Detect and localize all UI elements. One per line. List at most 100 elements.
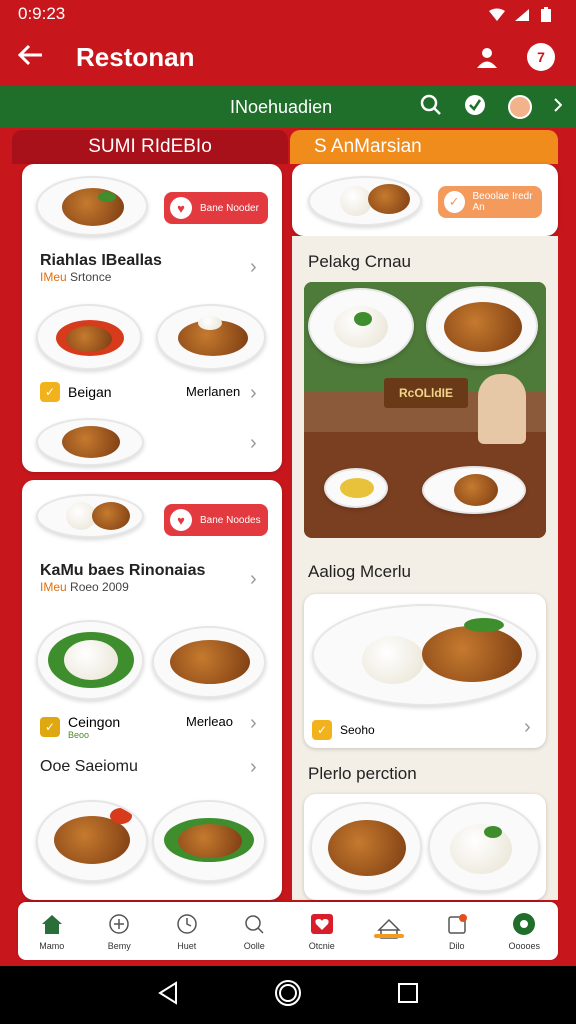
chevron-right-icon[interactable]: › (250, 432, 257, 455)
chevron-right-icon[interactable]: › (250, 756, 257, 779)
heart-icon: ♥ (170, 509, 192, 531)
nav-item-search[interactable]: Oolle (224, 911, 284, 951)
item-value: Merleao (186, 714, 233, 729)
nav-item-house[interactable] (359, 916, 419, 946)
item-subtitle: IMeu Srtonce (40, 270, 112, 284)
dish-card[interactable] (304, 794, 546, 900)
app-bar: Restonan 7 (0, 28, 576, 86)
chevron-right-icon[interactable]: › (250, 712, 257, 735)
chevron-right-icon[interactable]: › (250, 256, 257, 279)
notification-badge: 7 (527, 43, 555, 71)
dish-card[interactable]: ✓ Seoho › (304, 594, 546, 748)
left-card-2: ♥ Bane Noodes KaMu baes Rinonaias IMeu R… (22, 480, 282, 900)
arrow-left-icon (17, 44, 42, 66)
sub-bar: INoehuadien (0, 86, 576, 128)
food-plate (422, 466, 526, 514)
user-icon (477, 48, 497, 68)
item-subtitle: IMeu Roeo 2009 (40, 580, 129, 594)
status-bar: 0:9:23 (0, 0, 576, 28)
list-item[interactable]: ✓ Ceingon Beoo (40, 714, 120, 740)
offer-pill[interactable]: ♥ Bane Nooder (164, 192, 268, 224)
heart-icon (309, 911, 335, 937)
item-title: Ooe Saeiomu (40, 758, 138, 775)
right-column-header: S AnMarsian (290, 130, 558, 164)
food-plate (156, 304, 266, 370)
list-item[interactable]: ✓ Seoho (312, 720, 375, 740)
search-icon[interactable] (420, 94, 442, 121)
home-icon (39, 911, 65, 937)
food-bowl (310, 802, 422, 892)
back-button[interactable] (17, 40, 58, 74)
battery-icon (540, 7, 558, 22)
bottom-nav: Mamo Bemy Huet Oolle Otcnie Dilo Ooooes (18, 902, 558, 960)
restaurant-sign: RcOLldIE (384, 378, 468, 408)
bag-icon (444, 911, 470, 937)
chevron-right-icon[interactable] (554, 97, 563, 117)
nav-item-profile[interactable]: Ooooes (494, 911, 554, 951)
left-column-header: SUMI RIdEBIo (12, 130, 288, 164)
avatar[interactable] (508, 95, 532, 119)
nav-item-gift[interactable]: Bemy (89, 911, 149, 951)
food-plate (36, 304, 142, 370)
person-figure (478, 374, 526, 444)
food-plate (36, 176, 148, 236)
right-column-body: Pelakg Crnau RcOLldIE Aaliog Mcerlu ✓ Se… (292, 236, 558, 900)
section-title: Plerlo perction (308, 764, 417, 783)
section-title: Aaliog Mcerlu (308, 562, 411, 581)
profile-icon (511, 911, 537, 937)
food-plate (152, 626, 266, 698)
left-card-1: ♥ Bane Nooder Riahlas IBeallas IMeu Srto… (22, 164, 282, 472)
food-plate (36, 800, 148, 882)
home-circle-icon[interactable] (274, 979, 302, 1012)
chevron-right-icon[interactable]: › (524, 716, 531, 739)
check-icon: ✓ (40, 382, 60, 402)
offer-pill-text: Bane Noodes (200, 514, 261, 526)
nav-item-bag[interactable]: Dilo (427, 911, 487, 951)
item-label: Beigan (68, 384, 112, 400)
list-item[interactable]: ✓ Beigan (40, 382, 112, 402)
item-value: Merlanen (186, 384, 241, 399)
heart-icon: ♥ (170, 197, 192, 219)
food-plate (36, 418, 144, 466)
nav-item-home[interactable]: Mamo (22, 911, 82, 951)
search-icon (241, 911, 267, 937)
check-badge-icon[interactable] (464, 94, 486, 121)
restaurant-photo[interactable]: RcOLldIE (304, 282, 546, 538)
item-sublabel: Beoo (68, 730, 90, 740)
check-icon: ✓ (40, 717, 60, 737)
active-indicator (374, 934, 405, 938)
food-plate (308, 288, 414, 364)
list-item[interactable]: Riahlas IBeallas IMeu Srtonce (40, 252, 162, 284)
left-column: SUMI RIdEBIo (12, 130, 288, 164)
back-triangle-icon[interactable] (157, 980, 179, 1010)
food-bowl (324, 468, 388, 508)
right-column: S AnMarsian (290, 130, 558, 164)
notification-button[interactable]: 7 (524, 40, 558, 74)
section-title: Pelakg Crnau (308, 252, 412, 271)
nav-item-favorites[interactable]: Otcnie (292, 911, 352, 951)
system-nav-bar (0, 966, 576, 1024)
offer-pill[interactable]: ✓ Beoolae Iredr An (438, 186, 542, 218)
signal-icon (514, 7, 532, 21)
food-plate (152, 800, 266, 882)
food-plate (36, 494, 144, 538)
nav-item-clock[interactable]: Huet (157, 911, 217, 951)
item-title: Riahlas IBeallas (40, 252, 162, 269)
check-icon: ✓ (312, 720, 332, 740)
house-outline-icon (376, 916, 402, 942)
offer-pill[interactable]: ♥ Bane Noodes (164, 504, 268, 536)
chevron-right-icon[interactable]: › (250, 382, 257, 405)
app-title: Restonan (76, 41, 195, 72)
food-plate (308, 176, 422, 226)
check-circle-icon: ✓ (444, 191, 465, 213)
recents-square-icon[interactable] (397, 982, 419, 1009)
user-button[interactable] (470, 40, 504, 74)
chevron-right-icon[interactable]: › (250, 568, 257, 591)
item-title: KaMu baes Rinonaias (40, 562, 206, 579)
food-bowl (428, 802, 540, 892)
item-label: Ceingon (68, 714, 121, 730)
food-plate (312, 604, 538, 706)
status-icons (488, 7, 558, 22)
list-item[interactable]: KaMu baes Rinonaias IMeu Roeo 2009 (40, 562, 205, 594)
offer-pill-text: Beoolae Iredr An (472, 191, 533, 213)
